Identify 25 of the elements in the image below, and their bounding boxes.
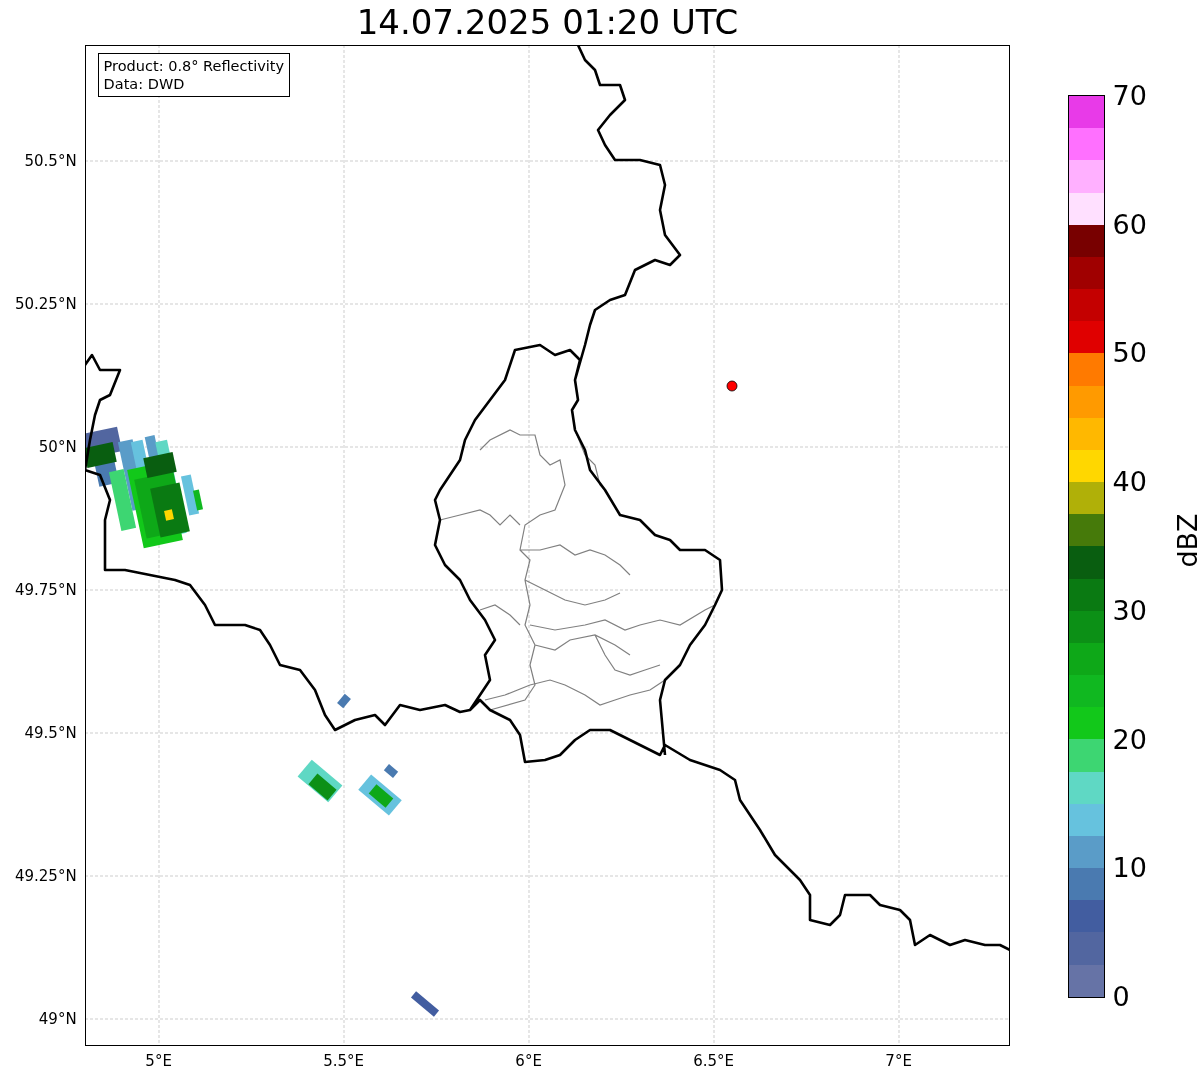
plot-title: 14.07.2025 01:20 UTC [355, 1, 740, 44]
longitude-tick-label: 7°E [885, 1052, 912, 1070]
latitude-tick-label: 49.75°N [14, 581, 77, 599]
latitude-tick-label: 50.25°N [14, 295, 77, 313]
colorbar-tick-label: 10 [1111, 851, 1147, 883]
colorbar-label: dBZ [1171, 513, 1202, 568]
colorbar-tick-label: 30 [1111, 594, 1147, 626]
colorbar-tick-label: 50 [1111, 336, 1147, 368]
colorbar-tick-label: 0 [1111, 980, 1130, 1012]
latitude-tick-label: 49.5°N [24, 724, 77, 742]
latitude-tick-label: 50°N [38, 438, 77, 456]
info-text: Data: DWD [103, 75, 186, 93]
location-marker [726, 380, 737, 392]
info-text: Product: 0.8° Reflectivity [103, 57, 285, 75]
colorbar-tick-label: 20 [1111, 723, 1147, 755]
latitude-tick-label: 49.25°N [14, 867, 77, 885]
latitude-tick-label: 49°N [38, 1010, 77, 1028]
longitude-tick-label: 5°E [145, 1052, 172, 1070]
longitude-tick-label: 5.5°E [323, 1052, 365, 1070]
longitude-tick-label: 6°E [515, 1052, 542, 1070]
colorbar-tick-label: 40 [1111, 465, 1147, 497]
colorbar-tick-label: 70 [1111, 79, 1147, 111]
latitude-tick-label: 50.5°N [24, 152, 77, 170]
colorbar-tick-label: 60 [1111, 208, 1147, 240]
longitude-tick-label: 6.5°E [693, 1052, 735, 1070]
